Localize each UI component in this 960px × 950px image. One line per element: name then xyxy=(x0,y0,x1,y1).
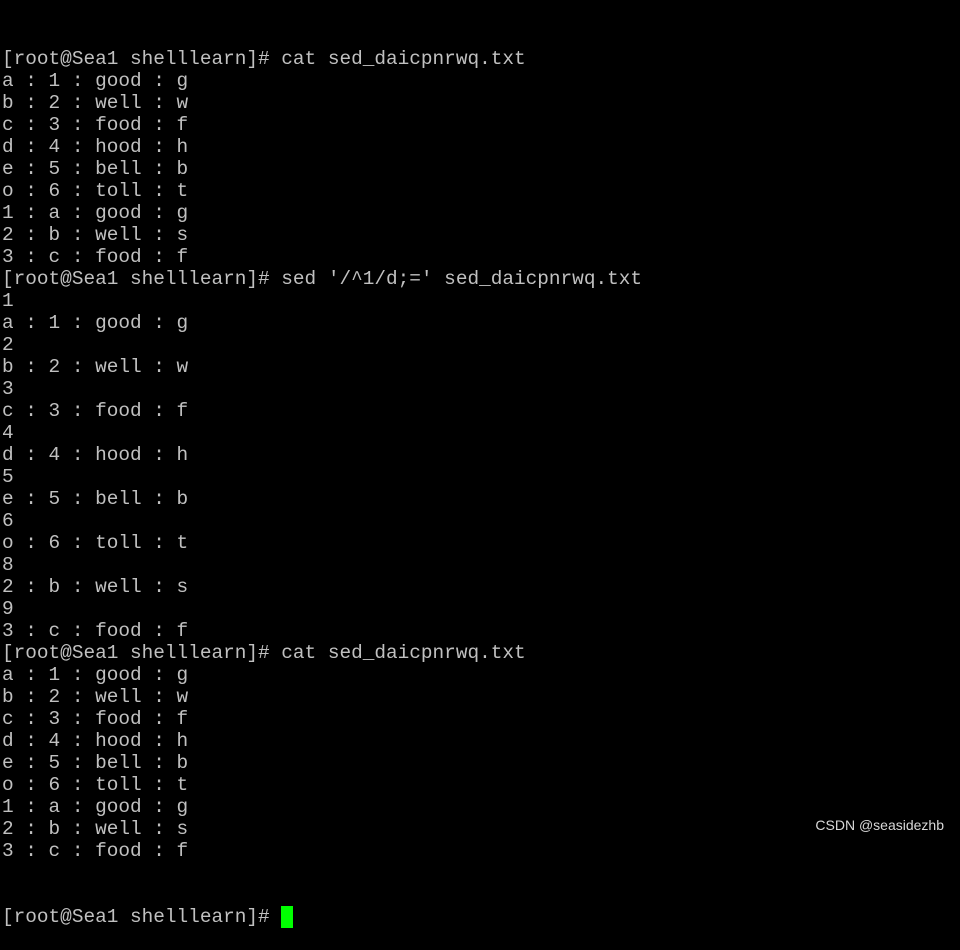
output-line: d : 4 : hood : h xyxy=(2,136,189,158)
prompt-line[interactable]: [root@Sea1 shelllearn]# xyxy=(2,906,642,928)
output-line: 1 xyxy=(2,290,14,312)
output-line: 1 : a : good : g xyxy=(2,796,189,818)
command-line: [root@Sea1 shelllearn]# cat sed_daicpnrw… xyxy=(2,642,526,664)
output-line: 3 : c : food : f xyxy=(2,620,189,642)
output-line: 5 xyxy=(2,466,14,488)
output-line: a : 1 : good : g xyxy=(2,70,189,92)
output-line: 3 : c : food : f xyxy=(2,246,189,268)
prompt: [root@Sea1 shelllearn]# xyxy=(2,906,270,928)
output-line: c : 3 : food : f xyxy=(2,400,189,422)
output-line: 1 : a : good : g xyxy=(2,202,189,224)
command-line: [root@Sea1 shelllearn]# cat sed_daicpnrw… xyxy=(2,48,526,70)
output-line: 3 : c : food : f xyxy=(2,840,189,862)
output-line: o : 6 : toll : t xyxy=(2,180,189,202)
output-line: c : 3 : food : f xyxy=(2,114,189,136)
output-line: 6 xyxy=(2,510,14,532)
terminal-output[interactable]: [root@Sea1 shelllearn]# cat sed_daicpnrw… xyxy=(2,4,642,950)
output-line: 2 : b : well : s xyxy=(2,818,189,840)
output-line: a : 1 : good : g xyxy=(2,664,189,686)
output-line: a : 1 : good : g xyxy=(2,312,189,334)
output-line: 2 : b : well : s xyxy=(2,224,189,246)
output-line: b : 2 : well : w xyxy=(2,92,189,114)
output-line: e : 5 : bell : b xyxy=(2,488,189,510)
terminal-lines: [root@Sea1 shelllearn]# cat sed_daicpnrw… xyxy=(2,48,642,862)
output-line: e : 5 : bell : b xyxy=(2,158,189,180)
output-line: 2 : b : well : s xyxy=(2,576,189,598)
output-line: o : 6 : toll : t xyxy=(2,774,189,796)
cursor xyxy=(280,906,293,928)
output-line: e : 5 : bell : b xyxy=(2,752,189,774)
command-line: [root@Sea1 shelllearn]# sed '/^1/d;=' se… xyxy=(2,268,642,290)
watermark: CSDN @seasidezhb xyxy=(815,817,944,833)
output-line: b : 2 : well : w xyxy=(2,356,189,378)
output-line: 4 xyxy=(2,422,14,444)
output-line: 3 xyxy=(2,378,14,400)
output-line: o : 6 : toll : t xyxy=(2,532,189,554)
output-line: c : 3 : food : f xyxy=(2,708,189,730)
output-line: 2 xyxy=(2,334,14,356)
output-line: d : 4 : hood : h xyxy=(2,730,189,752)
output-line: 9 xyxy=(2,598,14,620)
output-line: b : 2 : well : w xyxy=(2,686,189,708)
output-line: d : 4 : hood : h xyxy=(2,444,189,466)
output-line: 8 xyxy=(2,554,14,576)
